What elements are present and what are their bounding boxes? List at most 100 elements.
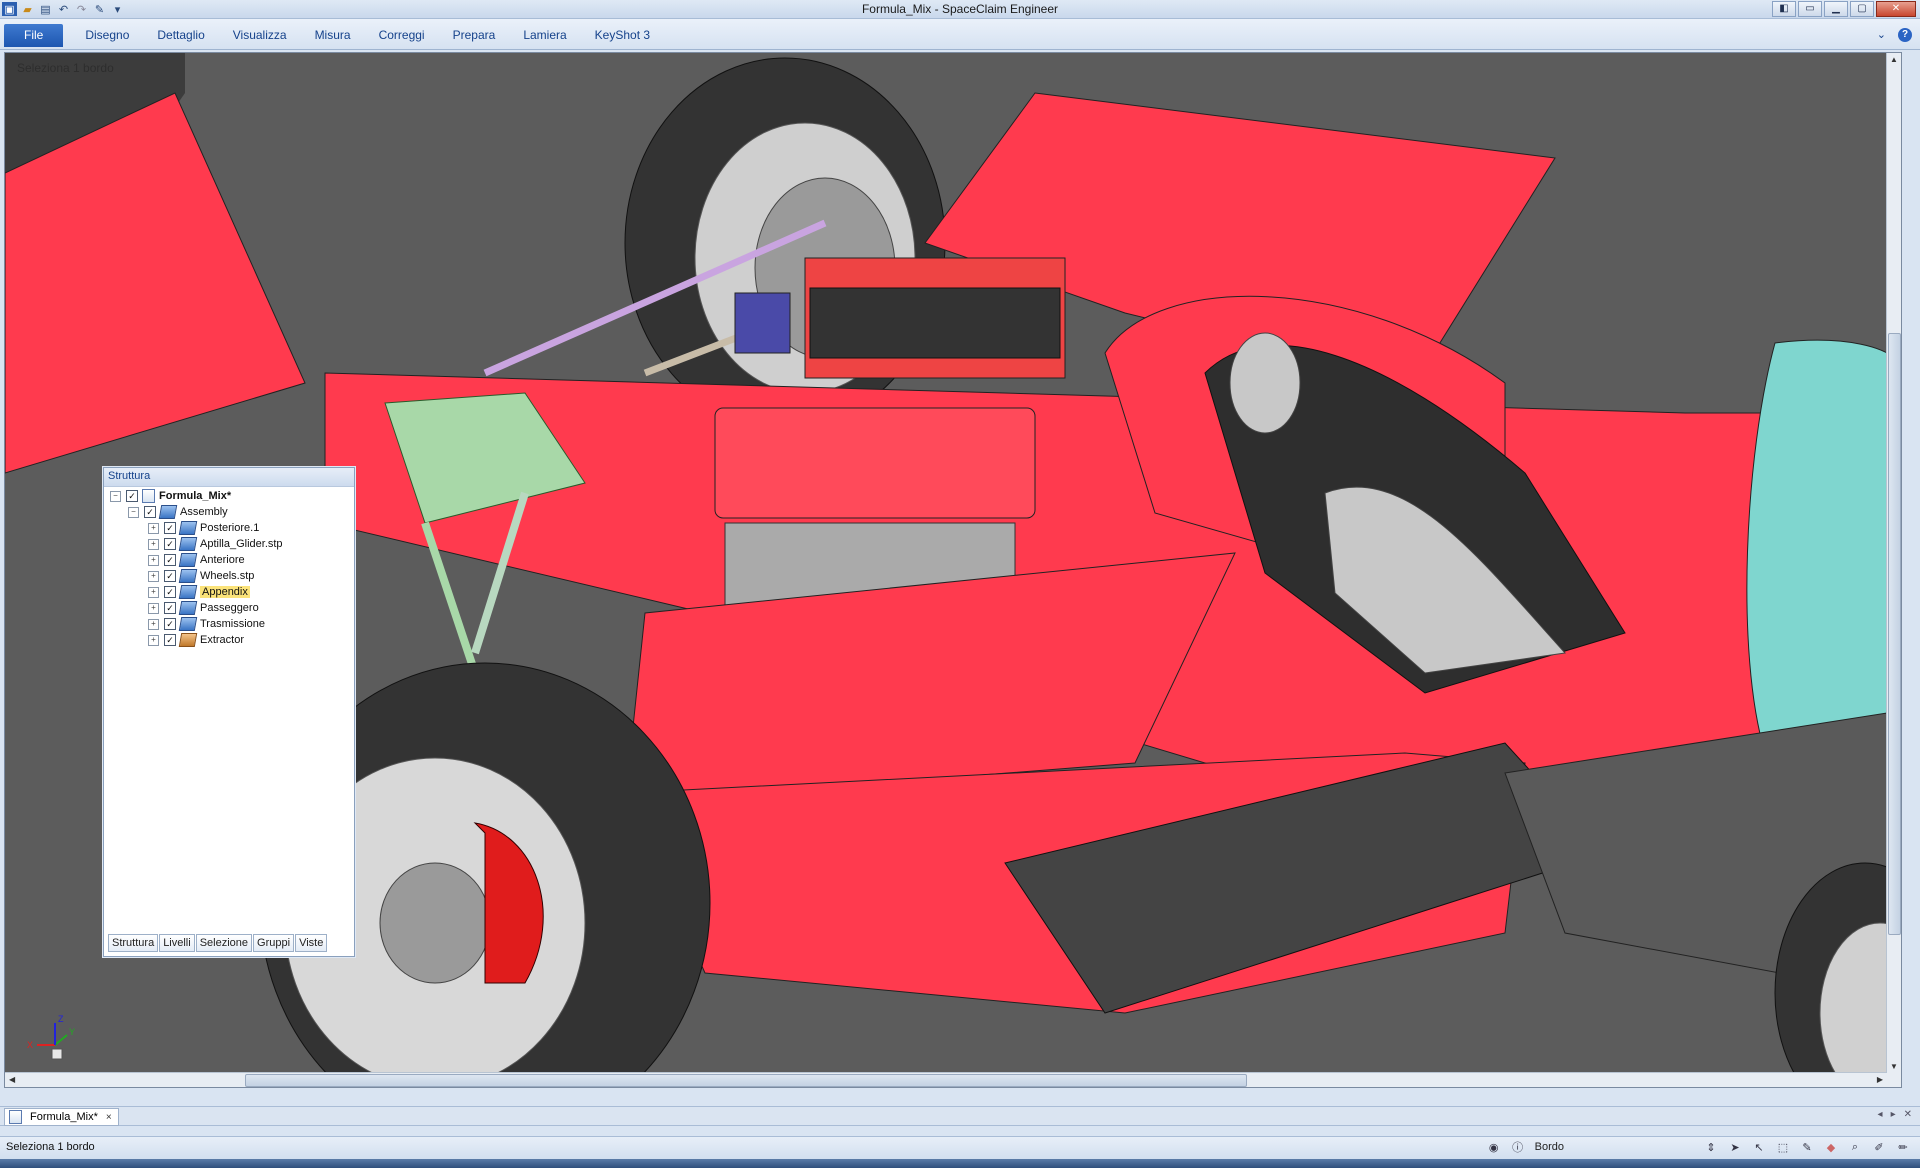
info-icon[interactable]: ⓘ	[1511, 1140, 1525, 1154]
tree-node-passeggero[interactable]: + ✓ Passeggero	[110, 600, 350, 616]
tree-node-label: Appendix	[200, 586, 250, 598]
tree-node-root[interactable]: − ✓ Formula_Mix*	[110, 488, 350, 504]
tab-livelli[interactable]: Livelli	[159, 934, 195, 952]
tab-selezione[interactable]: Selezione	[195, 934, 253, 952]
structure-panel-title: Struttura	[104, 468, 354, 487]
axis-triad-icon: X Y Z	[27, 1014, 75, 1060]
visibility-checkbox[interactable]: ✓	[164, 602, 176, 614]
tree-node-appendix[interactable]: + ✓ Appendix	[110, 584, 350, 600]
tab-lamiera[interactable]: Lamiera	[509, 24, 580, 47]
tree-node-trasmissione[interactable]: + ✓ Trasmissione	[110, 616, 350, 632]
horizontal-scroll-thumb[interactable]	[245, 1074, 1247, 1087]
body-icon	[178, 633, 198, 647]
status-message: Seleziona 1 bordo	[6, 1141, 95, 1153]
document-tab[interactable]: Formula_Mix* ×	[4, 1108, 119, 1126]
edit-icon[interactable]: ✏	[1896, 1140, 1910, 1154]
collapse-icon[interactable]: −	[110, 490, 121, 502]
sketch-mode-icon[interactable]: ✎	[1800, 1140, 1814, 1154]
tree-node-posteriore[interactable]: + ✓ Posteriore.1	[110, 520, 350, 536]
visibility-checkbox[interactable]: ✓	[164, 538, 176, 550]
scroll-right-icon[interactable]: ▶	[1877, 1075, 1883, 1084]
tab-misura[interactable]: Misura	[301, 24, 365, 47]
tab-correggi[interactable]: Correggi	[365, 24, 439, 47]
document-icon	[142, 489, 155, 503]
maximize-button[interactable]: ▢	[1850, 1, 1874, 17]
scroll-down-icon[interactable]: ▼	[1890, 1062, 1898, 1071]
box-select-icon[interactable]: ⬚	[1776, 1140, 1790, 1154]
ribbon-collapse-icon[interactable]: ⌄	[1877, 28, 1886, 42]
tab-prepara[interactable]: Prepara	[439, 24, 510, 47]
tree-node-wheels[interactable]: + ✓ Wheels.stp	[110, 568, 350, 584]
window-controls: ◧ ▭ ▁ ▢ ✕	[1772, 1, 1916, 17]
visibility-checkbox[interactable]: ✓	[164, 522, 176, 534]
display-mode-icon[interactable]: ◉	[1487, 1140, 1501, 1154]
help-icon[interactable]: ?	[1898, 28, 1912, 42]
visibility-checkbox[interactable]: ✓	[164, 586, 176, 598]
tab-file[interactable]: File	[4, 24, 64, 47]
tree-node-label: Posteriore.1	[200, 522, 260, 534]
tab-scroll-right-icon[interactable]: ▸	[1891, 1109, 1896, 1120]
collapse-icon[interactable]: −	[128, 506, 139, 518]
ribbon-minimize-button[interactable]: ◧	[1772, 1, 1796, 17]
tree-node-label: Formula_Mix*	[159, 490, 232, 502]
tree-node-label: Anteriore	[200, 554, 245, 566]
tree-node-assembly[interactable]: − ✓ Assembly	[110, 504, 350, 520]
tab-viste[interactable]: Viste	[295, 934, 328, 952]
visibility-checkbox[interactable]: ✓	[144, 506, 156, 518]
vertical-scrollbar[interactable]: ▲ ▼	[1886, 53, 1901, 1087]
tab-struttura[interactable]: Struttura	[108, 934, 159, 952]
status-tools: ◉ ⓘ Bordo ⇕ ➤ ↖ ⬚ ✎ ◆ ⌕ ✐ ✏	[1487, 1140, 1910, 1155]
close-tab-icon[interactable]: ×	[106, 1112, 112, 1123]
measure-icon[interactable]: ✐	[1872, 1140, 1886, 1154]
select-pointer-icon[interactable]: ↖	[1752, 1140, 1766, 1154]
tree-node-extractor[interactable]: + ✓ Extractor	[110, 632, 350, 648]
visibility-checkbox[interactable]: ✓	[164, 570, 176, 582]
ribbon-restore-button[interactable]: ▭	[1798, 1, 1822, 17]
expand-icon[interactable]: +	[148, 618, 159, 630]
tree-node-label: Assembly	[180, 506, 228, 518]
taskbar-edge	[0, 1159, 1920, 1168]
window-title: Formula_Mix - SpaceClaim Engineer	[861, 2, 1059, 16]
horizontal-scrollbar[interactable]: ◀ ▶	[5, 1072, 1887, 1087]
expand-icon[interactable]: +	[148, 586, 159, 598]
expand-icon[interactable]: +	[148, 522, 159, 534]
visibility-checkbox[interactable]: ✓	[164, 634, 176, 646]
document-tab-strip: Formula_Mix* × ◂ ▸ ✕	[0, 1106, 1920, 1126]
materials-icon[interactable]: ◆	[1824, 1140, 1838, 1154]
document-icon	[9, 1110, 22, 1124]
tab-keyshot[interactable]: KeyShot 3	[581, 24, 664, 47]
expand-icon[interactable]: +	[148, 570, 159, 582]
structure-panel-tabs: Struttura Livelli Selezione Gruppi Viste	[104, 934, 354, 952]
close-document-icon[interactable]: ✕	[1904, 1109, 1912, 1120]
spinner-icon[interactable]: ⇕	[1704, 1140, 1718, 1154]
expand-icon[interactable]: +	[148, 602, 159, 614]
tab-scroll-left-icon[interactable]: ◂	[1878, 1109, 1883, 1120]
component-icon	[178, 585, 198, 599]
triad-x-label: X	[27, 1040, 33, 1050]
scroll-left-icon[interactable]: ◀	[9, 1075, 15, 1084]
expand-icon[interactable]: +	[148, 554, 159, 566]
visibility-checkbox[interactable]: ✓	[164, 618, 176, 630]
structure-tree: − ✓ Formula_Mix* − ✓ Assembly + ✓ Poster…	[110, 488, 350, 648]
minimize-button[interactable]: ▁	[1824, 1, 1848, 17]
visibility-checkbox[interactable]: ✓	[164, 554, 176, 566]
assembly-icon	[158, 505, 178, 519]
zoom-icon[interactable]: ⌕	[1848, 1140, 1862, 1154]
expand-icon[interactable]: +	[148, 634, 159, 646]
tab-dettaglio[interactable]: Dettaglio	[143, 24, 218, 47]
vertical-scroll-thumb[interactable]	[1888, 333, 1901, 935]
tab-gruppi[interactable]: Gruppi	[253, 934, 295, 952]
tab-visualizza[interactable]: Visualizza	[219, 24, 301, 47]
tree-node-anteriore[interactable]: + ✓ Anteriore	[110, 552, 350, 568]
tab-disegno[interactable]: Disegno	[71, 24, 143, 47]
tree-node-aptilla-glider[interactable]: + ✓ Aptilla_Glider.stp	[110, 536, 350, 552]
scroll-up-icon[interactable]: ▲	[1890, 55, 1898, 64]
expand-icon[interactable]: +	[148, 538, 159, 550]
3d-viewport[interactable]: Seleziona 1 bordo Struttura − ✓ Formula_…	[4, 52, 1902, 1088]
selection-filter-label[interactable]: Bordo	[1535, 1141, 1564, 1153]
tree-node-label: Passeggero	[200, 602, 259, 614]
close-button[interactable]: ✕	[1876, 1, 1916, 17]
structure-panel: Struttura − ✓ Formula_Mix* − ✓ Assembly …	[103, 467, 355, 957]
visibility-checkbox[interactable]: ✓	[126, 490, 138, 502]
cursor-icon[interactable]: ➤	[1728, 1140, 1742, 1154]
